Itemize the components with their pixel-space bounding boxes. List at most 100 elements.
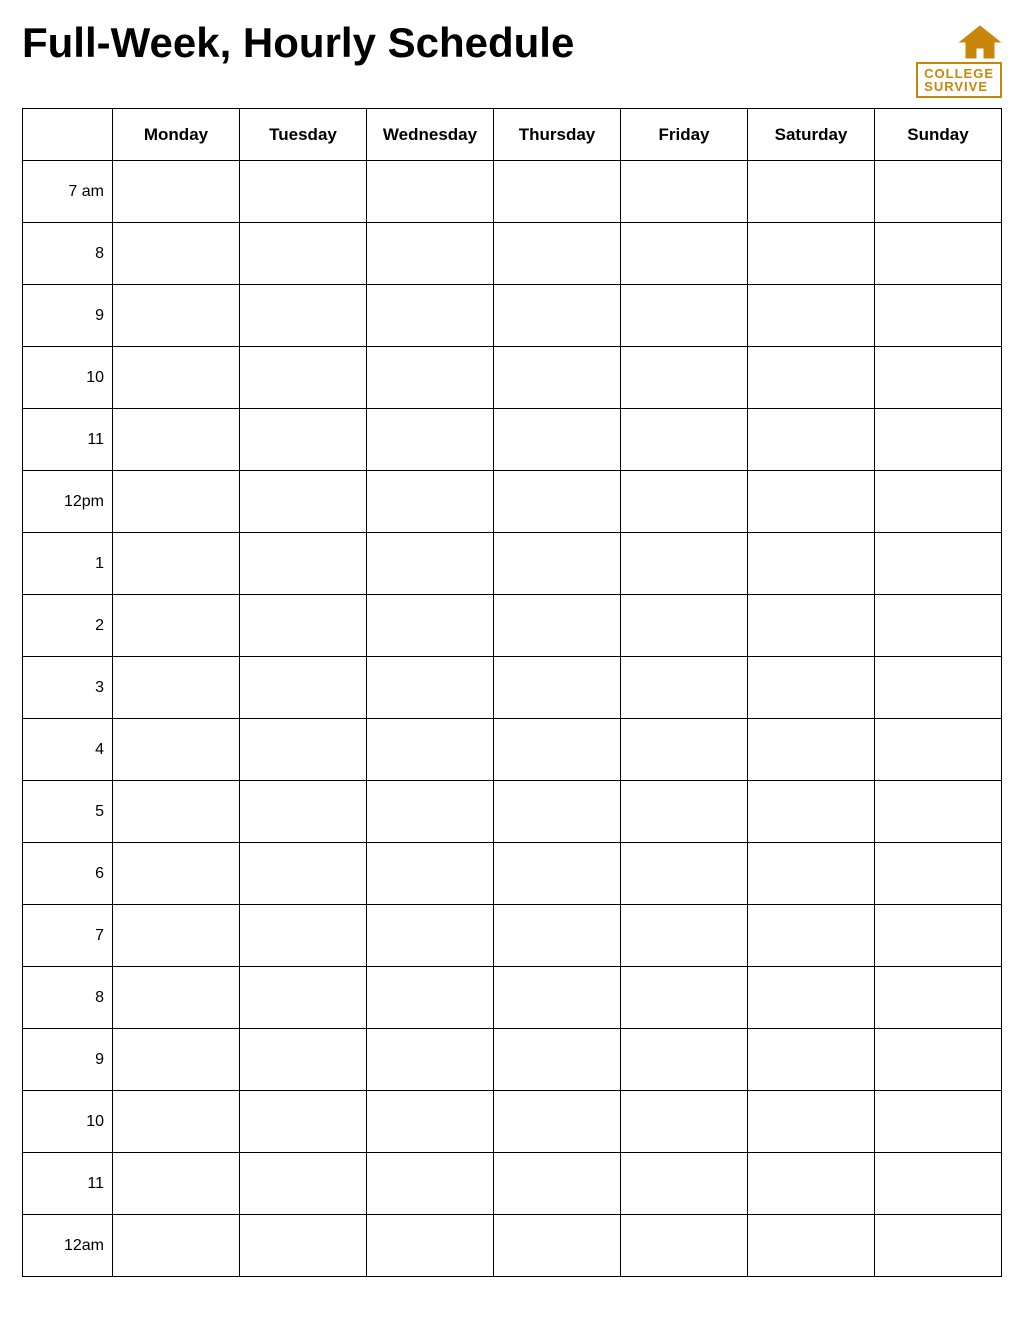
schedule-cell[interactable] xyxy=(494,1215,621,1277)
schedule-cell[interactable] xyxy=(240,1029,367,1091)
schedule-cell[interactable] xyxy=(875,1153,1002,1215)
schedule-cell[interactable] xyxy=(494,719,621,781)
schedule-cell[interactable] xyxy=(113,223,240,285)
schedule-cell[interactable] xyxy=(367,347,494,409)
schedule-cell[interactable] xyxy=(494,1029,621,1091)
schedule-cell[interactable] xyxy=(748,161,875,223)
schedule-cell[interactable] xyxy=(748,657,875,719)
schedule-cell[interactable] xyxy=(875,781,1002,843)
schedule-cell[interactable] xyxy=(621,1091,748,1153)
schedule-cell[interactable] xyxy=(240,285,367,347)
schedule-cell[interactable] xyxy=(621,409,748,471)
schedule-cell[interactable] xyxy=(240,223,367,285)
schedule-cell[interactable] xyxy=(367,471,494,533)
schedule-cell[interactable] xyxy=(240,409,367,471)
schedule-cell[interactable] xyxy=(113,781,240,843)
schedule-cell[interactable] xyxy=(494,657,621,719)
schedule-cell[interactable] xyxy=(621,347,748,409)
schedule-cell[interactable] xyxy=(494,471,621,533)
schedule-cell[interactable] xyxy=(367,595,494,657)
schedule-cell[interactable] xyxy=(240,843,367,905)
schedule-cell[interactable] xyxy=(240,1215,367,1277)
schedule-cell[interactable] xyxy=(875,223,1002,285)
schedule-cell[interactable] xyxy=(875,1215,1002,1277)
schedule-cell[interactable] xyxy=(240,905,367,967)
schedule-cell[interactable] xyxy=(240,719,367,781)
schedule-cell[interactable] xyxy=(875,533,1002,595)
schedule-cell[interactable] xyxy=(748,843,875,905)
schedule-cell[interactable] xyxy=(748,1215,875,1277)
schedule-cell[interactable] xyxy=(748,1029,875,1091)
schedule-cell[interactable] xyxy=(367,161,494,223)
schedule-cell[interactable] xyxy=(367,1153,494,1215)
schedule-cell[interactable] xyxy=(748,781,875,843)
schedule-cell[interactable] xyxy=(875,595,1002,657)
schedule-cell[interactable] xyxy=(621,781,748,843)
schedule-cell[interactable] xyxy=(494,409,621,471)
schedule-cell[interactable] xyxy=(367,657,494,719)
schedule-cell[interactable] xyxy=(875,285,1002,347)
schedule-cell[interactable] xyxy=(113,967,240,1029)
schedule-cell[interactable] xyxy=(621,1153,748,1215)
schedule-cell[interactable] xyxy=(748,1153,875,1215)
schedule-cell[interactable] xyxy=(240,967,367,1029)
schedule-cell[interactable] xyxy=(875,347,1002,409)
schedule-cell[interactable] xyxy=(748,905,875,967)
schedule-cell[interactable] xyxy=(367,967,494,1029)
schedule-cell[interactable] xyxy=(240,471,367,533)
schedule-cell[interactable] xyxy=(875,1029,1002,1091)
schedule-cell[interactable] xyxy=(367,1029,494,1091)
schedule-cell[interactable] xyxy=(875,905,1002,967)
schedule-cell[interactable] xyxy=(875,471,1002,533)
schedule-cell[interactable] xyxy=(240,347,367,409)
schedule-cell[interactable] xyxy=(113,409,240,471)
schedule-cell[interactable] xyxy=(621,533,748,595)
schedule-cell[interactable] xyxy=(621,967,748,1029)
schedule-cell[interactable] xyxy=(748,285,875,347)
schedule-cell[interactable] xyxy=(494,161,621,223)
schedule-cell[interactable] xyxy=(621,161,748,223)
schedule-cell[interactable] xyxy=(748,1091,875,1153)
schedule-cell[interactable] xyxy=(748,533,875,595)
schedule-cell[interactable] xyxy=(113,471,240,533)
schedule-cell[interactable] xyxy=(113,161,240,223)
schedule-cell[interactable] xyxy=(494,781,621,843)
schedule-cell[interactable] xyxy=(240,781,367,843)
schedule-cell[interactable] xyxy=(494,843,621,905)
schedule-cell[interactable] xyxy=(113,1153,240,1215)
schedule-cell[interactable] xyxy=(621,1029,748,1091)
schedule-cell[interactable] xyxy=(113,905,240,967)
schedule-cell[interactable] xyxy=(113,1029,240,1091)
schedule-cell[interactable] xyxy=(748,409,875,471)
schedule-cell[interactable] xyxy=(494,285,621,347)
schedule-cell[interactable] xyxy=(113,657,240,719)
schedule-cell[interactable] xyxy=(875,843,1002,905)
schedule-cell[interactable] xyxy=(494,533,621,595)
schedule-cell[interactable] xyxy=(367,285,494,347)
schedule-cell[interactable] xyxy=(748,719,875,781)
schedule-cell[interactable] xyxy=(367,409,494,471)
schedule-cell[interactable] xyxy=(367,1215,494,1277)
schedule-cell[interactable] xyxy=(494,1091,621,1153)
schedule-cell[interactable] xyxy=(748,471,875,533)
schedule-cell[interactable] xyxy=(367,719,494,781)
schedule-cell[interactable] xyxy=(113,1091,240,1153)
schedule-cell[interactable] xyxy=(240,1153,367,1215)
schedule-cell[interactable] xyxy=(113,285,240,347)
schedule-cell[interactable] xyxy=(494,595,621,657)
schedule-cell[interactable] xyxy=(240,161,367,223)
schedule-cell[interactable] xyxy=(367,905,494,967)
schedule-cell[interactable] xyxy=(494,1153,621,1215)
schedule-cell[interactable] xyxy=(621,595,748,657)
schedule-cell[interactable] xyxy=(621,1215,748,1277)
schedule-cell[interactable] xyxy=(494,347,621,409)
schedule-cell[interactable] xyxy=(240,595,367,657)
schedule-cell[interactable] xyxy=(494,223,621,285)
schedule-cell[interactable] xyxy=(113,595,240,657)
schedule-cell[interactable] xyxy=(240,533,367,595)
schedule-cell[interactable] xyxy=(621,719,748,781)
schedule-cell[interactable] xyxy=(621,905,748,967)
schedule-cell[interactable] xyxy=(875,719,1002,781)
schedule-cell[interactable] xyxy=(113,347,240,409)
schedule-cell[interactable] xyxy=(621,471,748,533)
